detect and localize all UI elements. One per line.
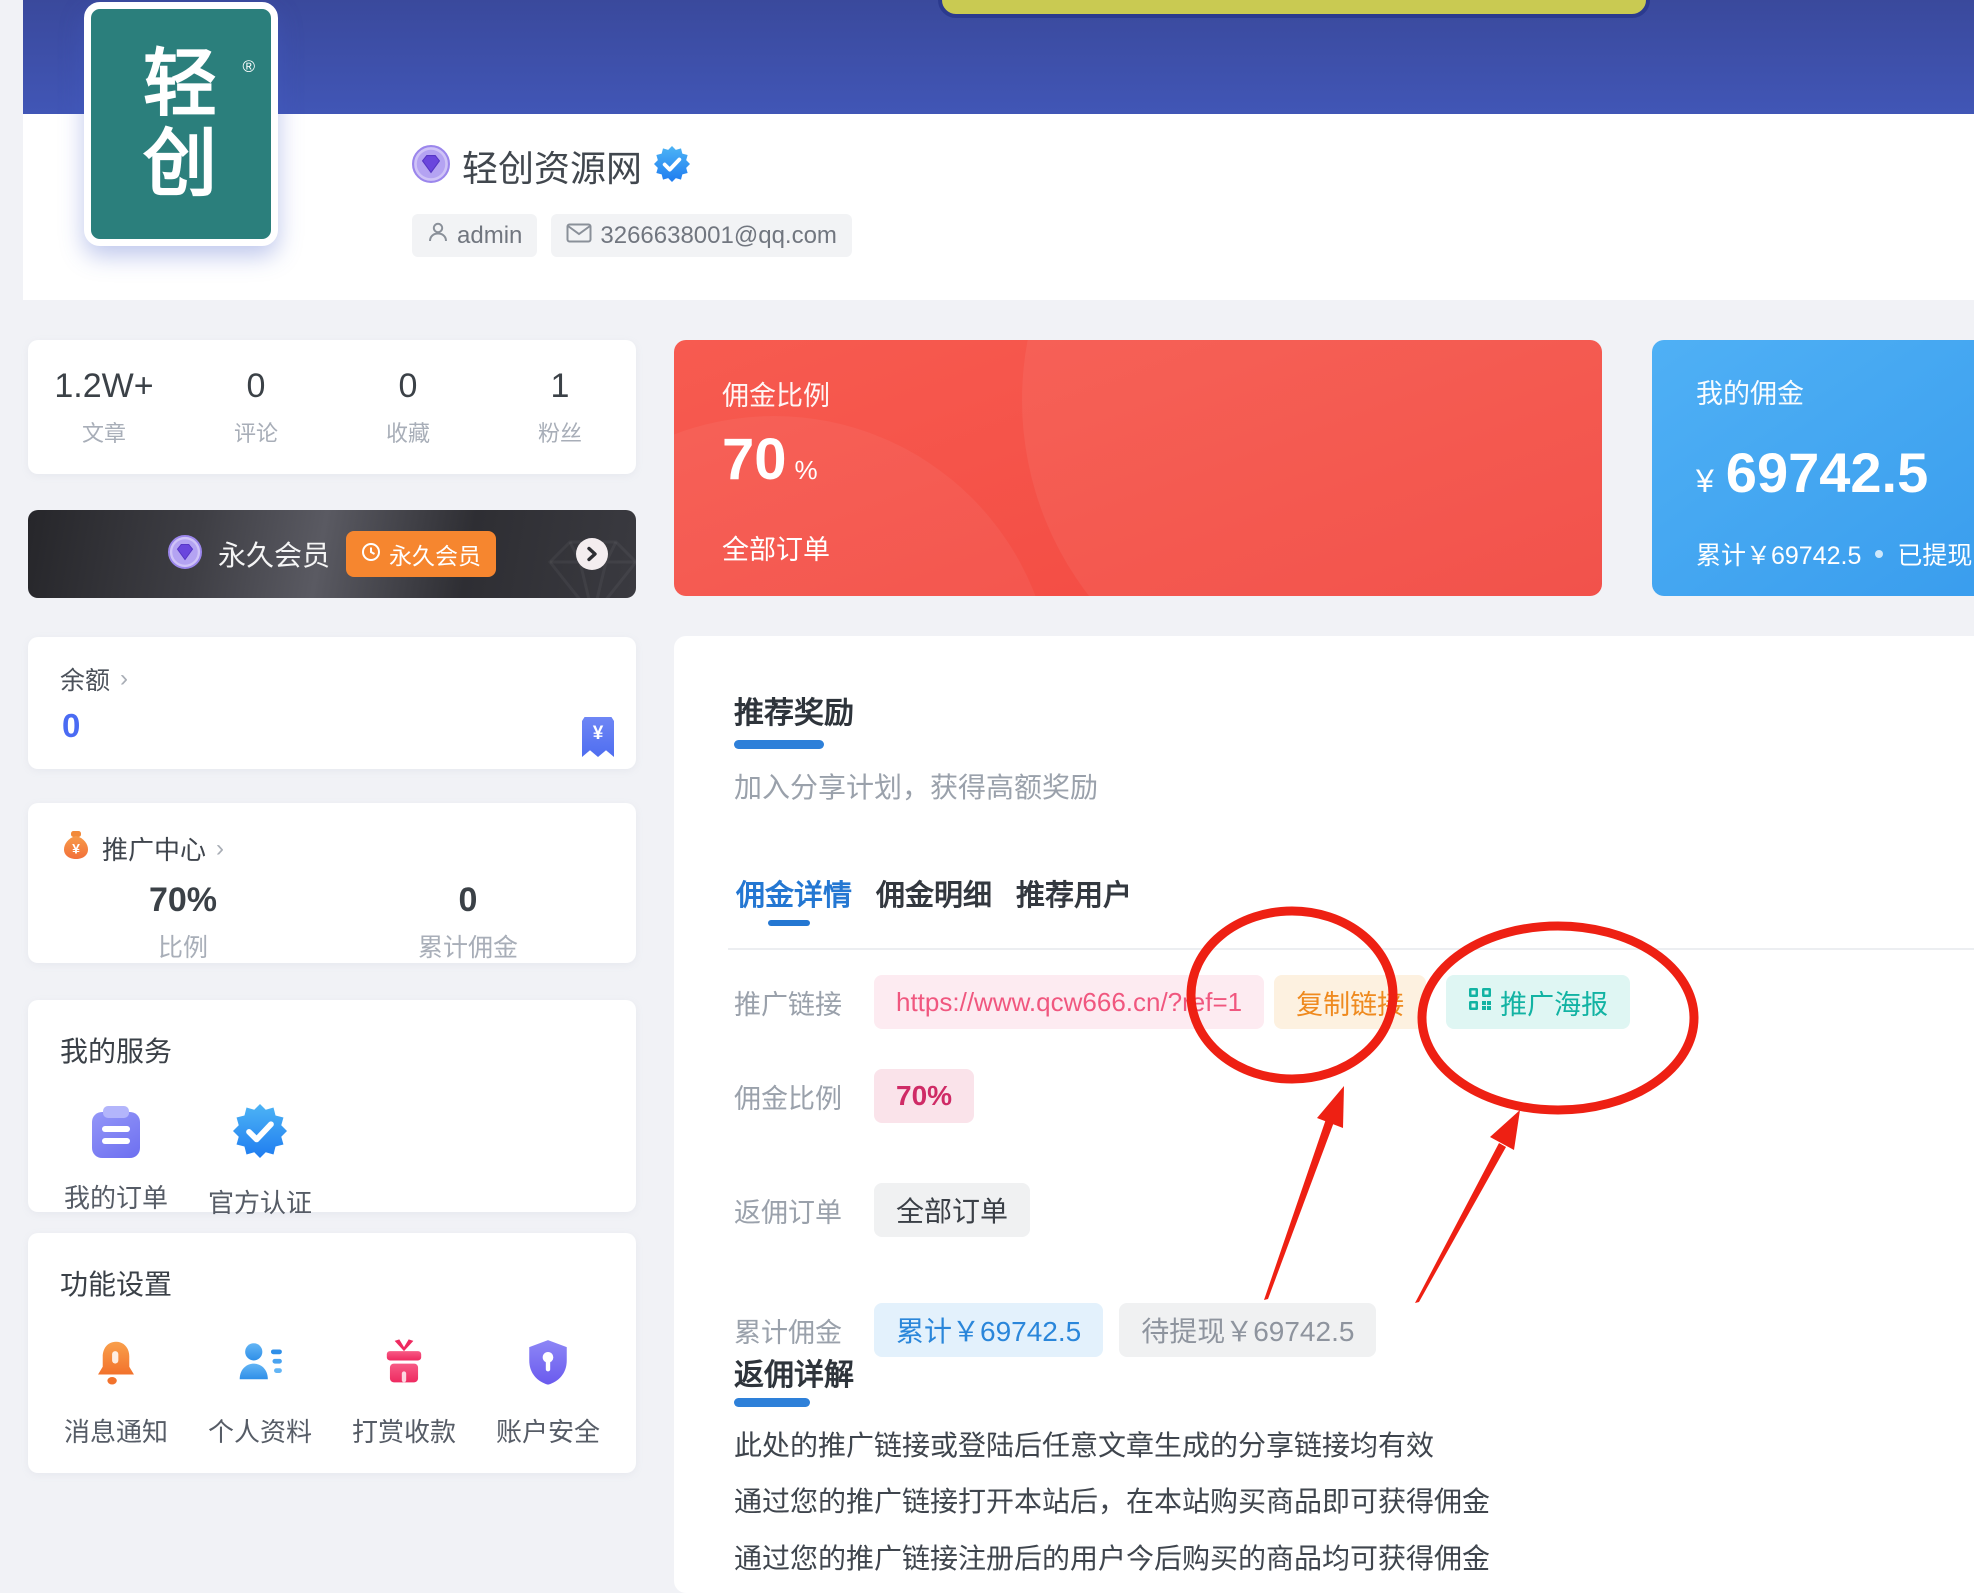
chevron-right-icon: › xyxy=(120,665,128,693)
settings-title: 功能设置 xyxy=(60,1263,172,1303)
profile-strip xyxy=(23,114,1974,300)
balance-value: 0 xyxy=(62,707,80,745)
stat-fans[interactable]: 1 粉丝 xyxy=(484,367,636,448)
member-level-title: 永久会员 xyxy=(218,534,330,574)
svg-text:¥: ¥ xyxy=(72,841,80,857)
referral-subtitle: 加入分享计划，获得高额奖励 xyxy=(734,766,1098,806)
promo-link-label: 推广链接 xyxy=(734,983,874,1022)
dot-separator xyxy=(1875,550,1883,558)
total-row-label: 累计佣金 xyxy=(734,1311,874,1350)
yuan-symbol: ¥ xyxy=(593,723,604,745)
currency-symbol: ¥ xyxy=(1696,463,1714,500)
member-badge-label: 永久会员 xyxy=(389,537,481,571)
avatar-char: 轻 xyxy=(143,44,219,124)
member-banner[interactable]: 永久会员 永久会员 xyxy=(28,510,636,598)
referral-tabs: 佣金详情 佣金明细 推荐用户 xyxy=(736,872,1132,914)
commission-ratio-scope: 全部订单 xyxy=(722,528,830,567)
promotion-center-card[interactable]: ¥ 推广中心 › 70% 比例 0 累计佣金 xyxy=(28,803,636,963)
stat-articles[interactable]: 1.2W+ 文章 xyxy=(28,367,180,448)
commission-ratio-unit: % xyxy=(795,455,818,486)
yuan-ribbon-icon: ¥ xyxy=(582,717,614,757)
active-tab-underline xyxy=(768,920,810,926)
title-underline xyxy=(734,740,824,749)
clipboard-icon xyxy=(90,1104,142,1158)
referral-panel: 推荐奖励 加入分享计划，获得高额奖励 佣金详情 佣金明细 推荐用户 推广链接 h… xyxy=(674,636,1974,1593)
chevron-right-icon: › xyxy=(216,835,224,863)
rebate-detail-line: 此处的推广链接或登陆后任意文章生成的分享链接均有效 xyxy=(734,1424,1434,1464)
person-icon xyxy=(235,1337,285,1392)
rebate-detail-line: 通过您的推广链接打开本站后，在本站购买商品即可获得佣金 xyxy=(734,1480,1490,1520)
official-verification-item[interactable]: 官方认证 xyxy=(188,1104,332,1220)
notifications-item[interactable]: 消息通知 xyxy=(44,1337,188,1449)
verified-badge-icon xyxy=(233,1104,287,1163)
promo-link-value[interactable]: https://www.qcw666.cn/?ref=1 xyxy=(874,975,1264,1029)
copy-link-button[interactable]: 复制链接 xyxy=(1274,975,1426,1029)
member-chevron-button[interactable] xyxy=(576,538,608,570)
balance-title: 余额 xyxy=(60,661,110,697)
stat-favorites[interactable]: 0 收藏 xyxy=(332,367,484,448)
bell-icon xyxy=(91,1337,141,1392)
qr-code-icon xyxy=(1468,987,1492,1018)
commission-withdrawn: 已提现￥69742.5 xyxy=(1897,536,1974,572)
moneybag-icon: ¥ xyxy=(60,829,92,868)
settings-card: 功能设置 消息通知 xyxy=(28,1233,636,1473)
reward-collection-item[interactable]: 打赏收款 xyxy=(332,1337,476,1449)
verified-badge-icon xyxy=(654,146,690,187)
top-yellow-tab xyxy=(938,0,1650,18)
my-orders-item[interactable]: 我的订单 xyxy=(44,1104,188,1220)
rebate-detail-title: 返佣详解 xyxy=(734,1350,854,1394)
ratio-row-label: 佣金比例 xyxy=(734,1077,874,1116)
commission-total: 累计￥69742.5 xyxy=(1696,536,1861,572)
gem-coin-icon xyxy=(168,535,202,574)
my-services-card: 我的服务 我的订单 官方认证 xyxy=(28,1000,636,1212)
order-row-label: 返佣订单 xyxy=(734,1191,874,1230)
avatar-char: 创 xyxy=(143,124,219,204)
commission-ratio-value: 70 xyxy=(722,426,787,493)
promotion-center-title: 推广中心 xyxy=(102,830,206,867)
poster-button-label: 推广海报 xyxy=(1500,983,1608,1022)
stat-comments[interactable]: 0 评论 xyxy=(180,367,332,448)
referral-title: 推荐奖励 xyxy=(734,688,854,732)
member-badge: 永久会员 xyxy=(346,531,496,577)
avatar[interactable]: 轻 创 ® xyxy=(84,2,278,246)
ratio-badge: 70% xyxy=(874,1069,974,1123)
my-services-title: 我的服务 xyxy=(60,1030,172,1070)
email-text: 3266638001@qq.com xyxy=(600,222,837,250)
profile-item[interactable]: 个人资料 xyxy=(188,1337,332,1449)
username-text: admin xyxy=(457,222,522,250)
mail-icon xyxy=(566,222,592,250)
profile-block: 轻创资源网 admin xyxy=(412,140,852,257)
my-commission-amount: 69742.5 xyxy=(1726,440,1928,505)
tab-referred-users[interactable]: 推荐用户 xyxy=(1016,872,1132,914)
stats-card: 1.2W+ 文章 0 评论 0 收藏 1 粉丝 xyxy=(28,340,636,474)
rebate-detail-line: 通过您的推广链接注册后的用户今后购买的商品均可获得佣金 xyxy=(734,1537,1490,1577)
shield-lock-icon xyxy=(523,1337,573,1392)
username-chip: admin xyxy=(412,214,537,257)
user-center-page: 轻 创 ® 轻创资源网 xyxy=(0,0,1974,1593)
order-scope-badge: 全部订单 xyxy=(874,1183,1030,1237)
commission-ratio-card: 佣金比例 70 % 全部订单 xyxy=(674,340,1602,596)
tab-commission-detail[interactable]: 佣金详情 xyxy=(736,872,852,914)
my-commission-card: 我的佣金 ¥ 69742.5 累计￥69742.5 已提现￥69742.5 xyxy=(1652,340,1974,596)
registered-mark: ® xyxy=(242,57,255,77)
user-icon xyxy=(427,221,449,250)
title-underline xyxy=(734,1398,810,1407)
total-commission-badge: 累计￥69742.5 xyxy=(874,1303,1103,1357)
poster-button[interactable]: 推广海报 xyxy=(1446,975,1630,1029)
promotion-ratio-stat: 70% 比例 xyxy=(83,881,283,964)
divider xyxy=(728,948,1974,950)
page-title: 轻创资源网 xyxy=(462,140,642,192)
email-chip: 3266638001@qq.com xyxy=(551,214,852,257)
clock-icon xyxy=(361,541,381,568)
gem-coin-icon xyxy=(412,145,450,188)
commission-ratio-label: 佣金比例 xyxy=(722,374,830,413)
promotion-total-stat: 0 累计佣金 xyxy=(368,881,568,964)
tab-commission-records[interactable]: 佣金明细 xyxy=(876,872,992,914)
pending-withdraw-badge: 待提现￥69742.5 xyxy=(1119,1303,1376,1357)
my-commission-label: 我的佣金 xyxy=(1696,372,1804,411)
balance-card[interactable]: 余额 › 0 ¥ xyxy=(28,637,636,769)
gift-icon xyxy=(379,1337,429,1392)
account-security-item[interactable]: 账户安全 xyxy=(476,1337,620,1449)
